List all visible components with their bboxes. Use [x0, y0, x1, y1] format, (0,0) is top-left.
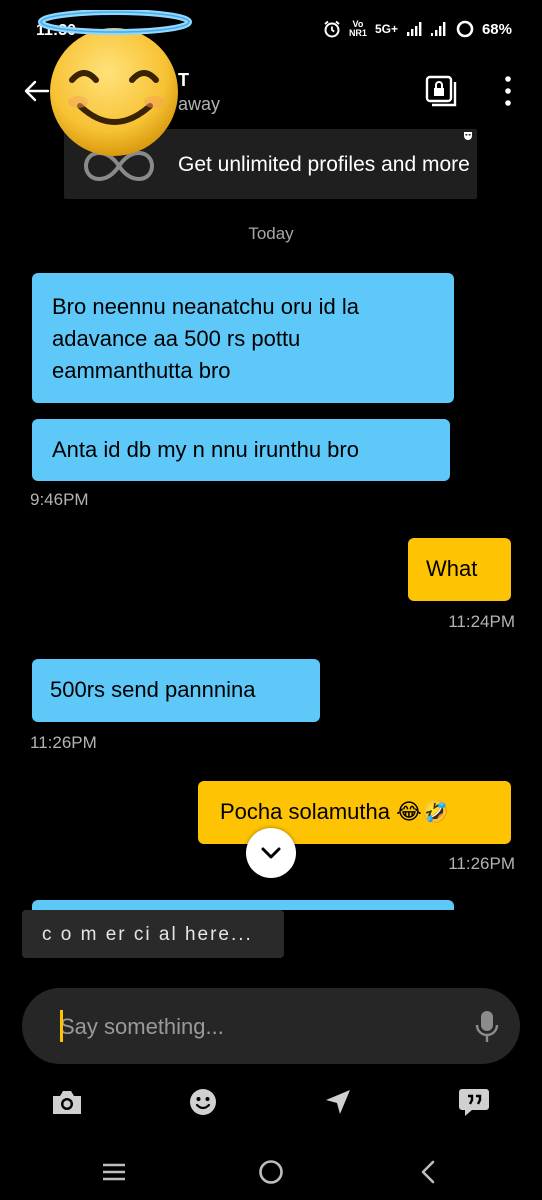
chat-actions [0, 1080, 542, 1124]
microphone-icon[interactable] [474, 1010, 500, 1044]
recent-apps-icon [103, 1163, 125, 1181]
signal-icon [406, 22, 422, 36]
system-nav-bar [0, 1144, 542, 1200]
chevron-down-icon [261, 847, 281, 859]
message-bubble[interactable]: 500rs send pannnina [32, 659, 320, 722]
battery-percent: 68% [481, 20, 512, 38]
emoji-button[interactable] [185, 1084, 221, 1120]
mask-logo-icon [464, 132, 472, 140]
locked-album-icon[interactable] [424, 74, 458, 108]
halo-emoji-avatar [38, 10, 192, 156]
saved-phrases-icon [459, 1089, 489, 1116]
overlay-caption: c o m er ci al here... [22, 910, 284, 958]
message-text: What [426, 556, 478, 581]
message-bubble[interactable]: Bro neennu neanatchu oru id la adavance … [32, 273, 454, 403]
emoji-icon [190, 1089, 216, 1115]
battery-saver-icon [456, 20, 474, 38]
more-vertical-icon[interactable] [500, 74, 516, 108]
message-text: Bro neennu neanatchu oru id la adavance … [52, 294, 360, 383]
message-text: 500rs send pannnina [50, 677, 256, 702]
signal-icon-2 [430, 22, 446, 36]
home-button[interactable] [251, 1156, 291, 1188]
network-type: 5G+ [374, 22, 398, 36]
alarm-icon [324, 20, 340, 38]
message-bubble[interactable]: What [408, 538, 511, 601]
camera-icon [53, 1091, 81, 1114]
saved-phrases-button[interactable] [456, 1084, 492, 1120]
message-timestamp: 9:46PM [30, 490, 89, 509]
volte-label: Vo NR1 [348, 19, 367, 38]
compose-bar [22, 988, 520, 1064]
back-chevron-icon [421, 1160, 435, 1184]
message-input[interactable] [60, 1010, 440, 1044]
location-button[interactable] [320, 1084, 356, 1120]
back-button[interactable] [408, 1156, 448, 1188]
scroll-to-bottom-button[interactable] [246, 828, 296, 878]
message-bubble[interactable]: Anta id db my n nnu irunthu bro [32, 419, 450, 481]
day-separator: Today [248, 224, 294, 243]
location-arrow-icon [326, 1090, 350, 1114]
message-timestamp: 11:26PM [448, 854, 515, 873]
camera-button[interactable] [49, 1084, 85, 1120]
home-circle-icon [259, 1160, 283, 1184]
message-text: Anta id db my n nnu irunthu bro [52, 437, 359, 462]
status-icons: Vo NR1 5G+ 68% [323, 20, 512, 38]
upgrade-banner-text: Get unlimited profiles and more [178, 153, 470, 176]
message-timestamp: 11:26PM [30, 733, 97, 752]
message-bubble-partial [32, 900, 454, 910]
recent-apps-button[interactable] [94, 1156, 134, 1188]
text-caret [60, 1010, 63, 1042]
message-bubble[interactable]: Pocha solamutha 😂🤣 [198, 781, 511, 844]
message-timestamp: 11:24PM [448, 612, 515, 631]
message-text: Pocha solamutha 😂🤣 [220, 799, 450, 824]
